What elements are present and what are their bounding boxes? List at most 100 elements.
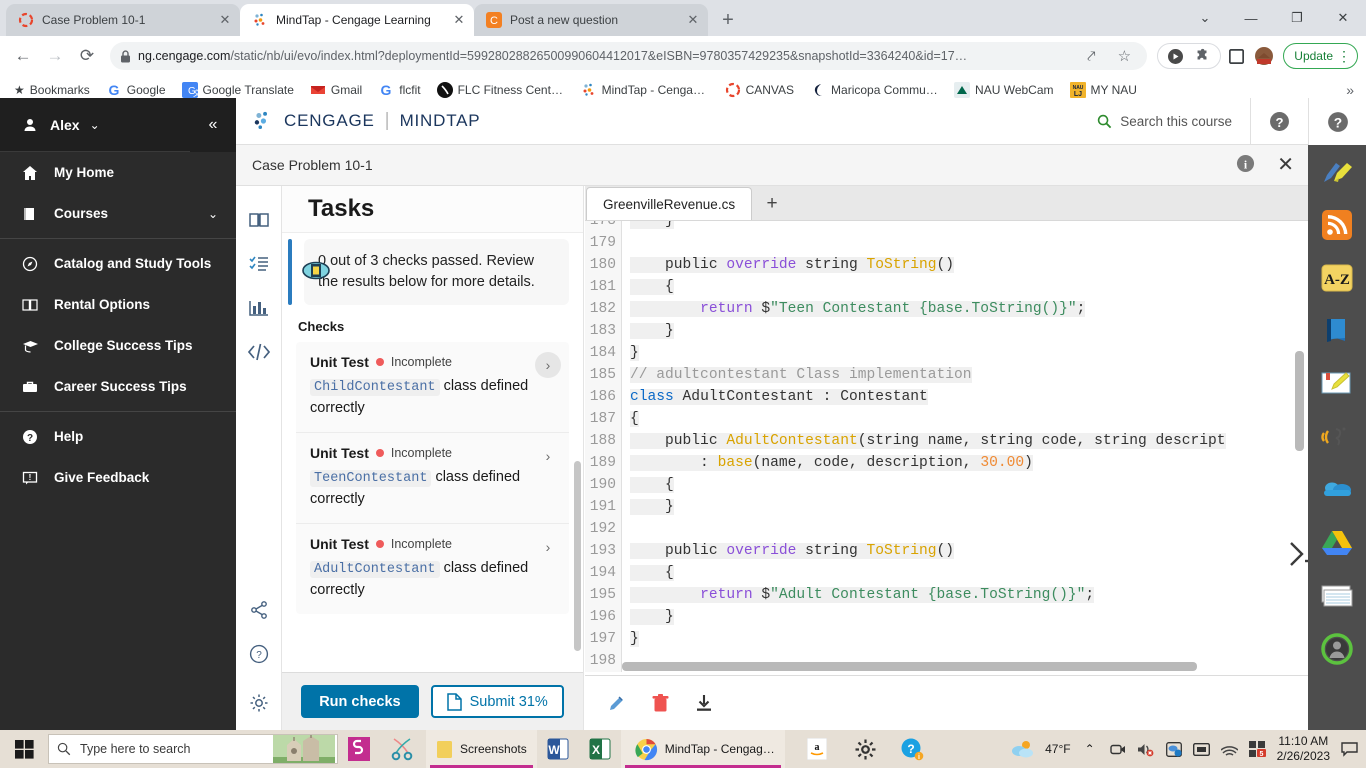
code-text[interactable]: public override string ToString() bbox=[621, 540, 1308, 562]
chevron-right-icon[interactable]: › bbox=[535, 443, 561, 469]
bookmarks-overflow-icon[interactable]: » bbox=[1346, 82, 1358, 98]
close-icon[interactable]: ✕ bbox=[1277, 155, 1294, 175]
taskbar-amazon[interactable]: a bbox=[785, 730, 837, 768]
taskbar-word[interactable]: W bbox=[537, 730, 579, 768]
code-text[interactable]: } bbox=[621, 320, 1308, 342]
sidepanel-icon[interactable] bbox=[1223, 43, 1249, 69]
code-text[interactable]: return $"Adult Contestant {base.ToString… bbox=[621, 584, 1308, 606]
editor-code-area[interactable]: 178 } 179 180 public override string ToStr… bbox=[585, 220, 1308, 675]
bookmark-folder[interactable]: ★ Bookmarks bbox=[8, 80, 96, 100]
code-text[interactable]: } bbox=[621, 496, 1308, 518]
download-icon[interactable] bbox=[691, 690, 717, 716]
update-button[interactable]: Update ⋮ bbox=[1283, 43, 1358, 69]
tray-expand-chevron-icon[interactable]: ⌃ bbox=[1081, 740, 1099, 758]
browser-tab-2[interactable]: C Post a new question ✕ bbox=[474, 4, 708, 36]
code-text[interactable]: } bbox=[621, 221, 1308, 232]
back-icon[interactable]: ← bbox=[8, 41, 38, 71]
code-text[interactable]: { bbox=[621, 562, 1308, 584]
code-text[interactable]: } bbox=[621, 628, 1308, 650]
code-text[interactable] bbox=[621, 518, 1308, 540]
check-item[interactable]: Unit Test Incomplete › ChildContestant c… bbox=[296, 342, 569, 434]
tool-notebook[interactable] bbox=[1308, 304, 1366, 357]
taskbar-excel[interactable]: X bbox=[579, 730, 621, 768]
chevron-down-icon[interactable]: ⌄ bbox=[1182, 2, 1228, 34]
close-window-button[interactable]: ✕ bbox=[1320, 2, 1366, 34]
course-search[interactable]: Search this course bbox=[1097, 114, 1250, 129]
rail-item-settings[interactable] bbox=[242, 676, 276, 730]
code-text[interactable]: } bbox=[621, 342, 1308, 364]
code-text[interactable] bbox=[621, 232, 1308, 254]
chevron-right-icon[interactable]: › bbox=[535, 352, 561, 379]
taskbar-clock[interactable]: 11:10 AM 2/26/2023 bbox=[1277, 734, 1330, 764]
tool-read-aloud[interactable] bbox=[1308, 410, 1366, 463]
rail-item-code[interactable] bbox=[242, 330, 276, 374]
weather-temperature[interactable]: 47°F bbox=[1045, 742, 1070, 756]
tool-dictionary[interactable]: A-Z bbox=[1308, 251, 1366, 304]
display-icon[interactable] bbox=[1193, 740, 1211, 758]
sidebar-item-courses[interactable]: Courses ⌄ bbox=[0, 193, 236, 234]
tasks-scrollbar[interactable] bbox=[574, 311, 581, 672]
taskbar-screenshots-folder[interactable]: Screenshots bbox=[426, 730, 537, 768]
code-text[interactable]: class AdultContestant : Contestant bbox=[621, 386, 1308, 408]
tool-notes[interactable] bbox=[1308, 357, 1366, 410]
sidebar-item-rental-options[interactable]: Rental Options bbox=[0, 284, 236, 325]
share-icon[interactable]: ⤤ bbox=[1078, 43, 1104, 69]
sound-muted-icon[interactable] bbox=[1137, 740, 1155, 758]
tool-onedrive[interactable] bbox=[1308, 463, 1366, 516]
editor-horizontal-scrollbar[interactable] bbox=[622, 662, 1302, 671]
taskbar-snipping-tool[interactable] bbox=[380, 730, 426, 768]
tool-rail-help-button[interactable]: ? bbox=[1308, 98, 1366, 145]
notification-icon[interactable] bbox=[1340, 740, 1358, 758]
start-button[interactable] bbox=[0, 730, 48, 768]
forward-icon[interactable]: → bbox=[40, 41, 70, 71]
tool-google-drive[interactable] bbox=[1308, 516, 1366, 569]
run-checks-button[interactable]: Run checks bbox=[301, 685, 419, 718]
media-extension-icon[interactable] bbox=[1162, 43, 1188, 69]
taskbar-chrome[interactable]: MindTap - Cengag… bbox=[620, 730, 785, 768]
editor-add-tab-button[interactable]: + bbox=[752, 187, 792, 220]
address-bar[interactable]: ng.cengage.com/static/nb/ui/evo/index.ht… bbox=[110, 42, 1148, 70]
check-item[interactable]: Unit Test Incomplete › TeenContestant cl… bbox=[296, 433, 569, 525]
rail-item-ebook[interactable] bbox=[242, 198, 276, 242]
code-text[interactable]: { bbox=[621, 276, 1308, 298]
bookmark-star-icon[interactable]: ☆ bbox=[1111, 43, 1137, 69]
reload-icon[interactable]: ⟳ bbox=[72, 41, 102, 71]
sidebar-item-help[interactable]: ? Help bbox=[0, 416, 236, 457]
trash-icon[interactable] bbox=[647, 690, 673, 716]
collapse-sidebar-button[interactable]: « bbox=[190, 98, 236, 152]
submit-button[interactable]: Submit 31% bbox=[430, 685, 564, 718]
onedrive-sync-icon[interactable] bbox=[1165, 740, 1183, 758]
taskbar-search-box[interactable]: Type here to search bbox=[48, 734, 338, 764]
sidebar-item-catalog-and-study-tools[interactable]: Catalog and Study Tools bbox=[0, 243, 236, 284]
header-help-button[interactable]: ? bbox=[1250, 97, 1308, 145]
close-icon[interactable]: ✕ bbox=[452, 12, 466, 28]
editor-vertical-scrollbar[interactable] bbox=[1295, 351, 1304, 451]
code-text[interactable]: public AdultContestant(string name, stri… bbox=[621, 430, 1308, 452]
check-item[interactable]: Unit Test Incomplete › AdultContestant c… bbox=[296, 524, 569, 614]
browser-tab-0[interactable]: Case Problem 10-1 ✕ bbox=[6, 4, 240, 36]
wifi-icon[interactable] bbox=[1221, 740, 1239, 758]
close-icon[interactable]: ✕ bbox=[686, 12, 700, 28]
pencil-icon[interactable] bbox=[603, 690, 629, 716]
chevron-right-icon[interactable]: › bbox=[535, 534, 561, 560]
camera-icon[interactable] bbox=[1109, 740, 1127, 758]
red-badge-icon[interactable]: 5 bbox=[1249, 740, 1267, 758]
browser-tab-1[interactable]: MindTap - Cengage Learning ✕ bbox=[240, 4, 474, 36]
code-text[interactable]: } bbox=[621, 606, 1308, 628]
code-text[interactable]: { bbox=[621, 408, 1308, 430]
tool-profile[interactable] bbox=[1308, 622, 1366, 675]
rail-item-share[interactable] bbox=[242, 588, 276, 632]
restore-button[interactable]: ❐ bbox=[1274, 2, 1320, 34]
minimize-button[interactable]: — bbox=[1228, 2, 1274, 34]
rail-item-tasks[interactable] bbox=[242, 242, 276, 286]
puzzle-extension-icon[interactable] bbox=[1190, 43, 1216, 69]
taskbar-app-magenta[interactable] bbox=[338, 730, 380, 768]
editor-tab-file[interactable]: GreenvilleRevenue.cs bbox=[586, 187, 753, 220]
profile-avatar-icon[interactable] bbox=[1251, 43, 1277, 69]
code-text[interactable]: // adultcontestant Class implementation bbox=[621, 364, 1308, 386]
new-tab-button[interactable]: + bbox=[714, 6, 742, 34]
rail-item-help[interactable]: ? bbox=[242, 632, 276, 676]
code-text[interactable]: { bbox=[621, 474, 1308, 496]
sidebar-item-college-success-tips[interactable]: College Success Tips bbox=[0, 325, 236, 366]
sidebar-item-career-success-tips[interactable]: Career Success Tips bbox=[0, 366, 236, 407]
